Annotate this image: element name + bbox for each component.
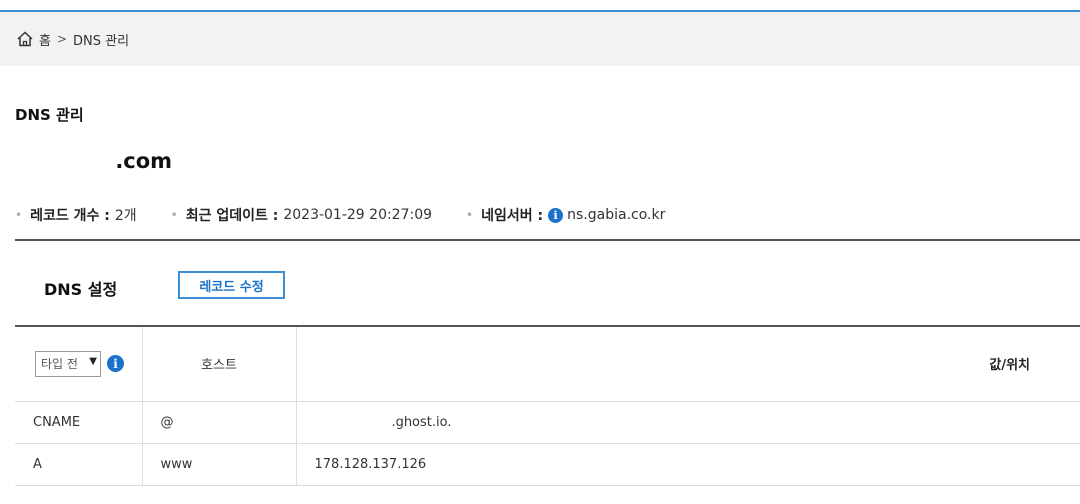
dns-records-table: 타입 전 ▼ i 호스트 값/위치 CNAME @ xxxxxxxxxx.gho… [15,325,1080,486]
last-update-label: 최근 업데이트 : [185,208,279,224]
type-header: 타입 전 ▼ i [15,326,143,402]
bullet-icon: • [170,208,178,222]
domain-masked: example [15,149,115,173]
page-title: DNS 관리 [15,106,84,124]
home-icon[interactable] [15,29,35,49]
record-value-masked: xxxxxxxxxx [315,415,392,430]
table-row: CNAME @ xxxxxxxxxx.ghost.io. [15,401,1080,444]
info-icon[interactable]: i [107,355,124,373]
nameserver-label: 네임서버 : [481,208,544,224]
domain-name: example.com [15,149,172,173]
host-header: 호스트 [142,326,297,402]
domain-info-row: • 레코드 개수 : 2개 • 최근 업데이트 : 2023-01-29 20:… [15,205,699,225]
record-value: xxxxxxxxxx.ghost.io. [296,401,1080,444]
domain-suffix: .com [115,149,173,173]
breadcrumb: 홈 > DNS 관리 [0,12,1080,66]
type-filter-value: 타입 전 [41,357,78,372]
last-update-value: 2023-01-29 20:27:09 [283,207,433,223]
record-value: 178.128.137.126 [296,443,1080,486]
record-host: @ [142,401,297,444]
table-row: A www 178.128.137.126 [15,443,1080,486]
table-header-row: 타입 전 ▼ i 호스트 값/위치 [15,326,1080,402]
nameserver: • 네임서버 : i ns.gabia.co.kr [466,205,665,225]
chevron-down-icon: ▼ [89,355,97,367]
breadcrumb-current: DNS 관리 [73,33,130,49]
type-filter-select[interactable]: 타입 전 ▼ [35,350,101,377]
info-icon[interactable]: i [548,207,564,223]
record-count-label: 레코드 개수 : [30,208,110,224]
record-type: A [15,443,143,486]
edit-records-button[interactable]: 레코드 수정 [178,271,285,299]
record-host: www [142,443,297,486]
record-value-suffix: .ghost.io. [391,414,452,430]
record-count: • 레코드 개수 : 2개 [15,205,137,225]
dns-settings-title: DNS 설정 [44,280,118,299]
record-type: CNAME [15,401,143,444]
breadcrumb-separator: > [56,32,68,46]
bullet-icon: • [466,208,474,222]
value-header: 값/위치 [296,326,1080,402]
last-update: • 최근 업데이트 : 2023-01-29 20:27:09 [171,205,432,225]
record-count-value: 2개 [114,208,137,224]
bullet-icon: • [15,208,23,222]
breadcrumb-home-link[interactable]: 홈 [39,30,51,49]
section-divider [15,239,1080,241]
nameserver-value: ns.gabia.co.kr [567,207,666,223]
